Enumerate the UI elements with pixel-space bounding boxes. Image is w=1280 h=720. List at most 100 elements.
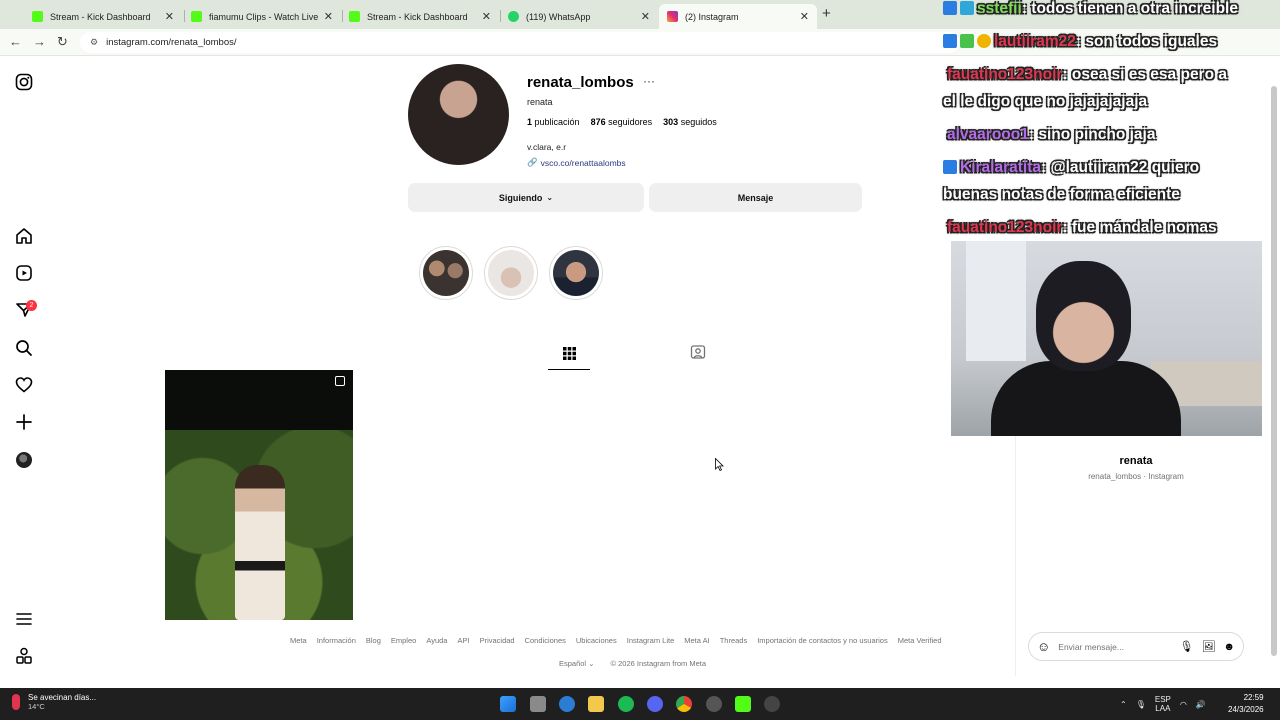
chevron-up-icon[interactable]: ⌃	[1120, 700, 1127, 709]
profile-username: renata_lombos	[527, 74, 634, 91]
footer-link[interactable]: Meta	[290, 636, 307, 645]
footer-link[interactable]: Ayuda	[426, 636, 447, 645]
obs-icon[interactable]	[706, 696, 722, 712]
grid-icon	[562, 347, 576, 360]
close-tab-icon[interactable]: ✕	[165, 10, 174, 23]
footer-link[interactable]: Importación de contactos y no usuarios	[757, 636, 888, 645]
media-player-icon[interactable]	[764, 696, 780, 712]
chrome-icon[interactable]	[676, 696, 692, 712]
tab-kick-dashboard-1[interactable]: Stream - Kick Dashboard ✕	[24, 4, 182, 29]
whatsapp-icon	[508, 11, 519, 22]
scrollbar[interactable]	[1271, 86, 1277, 656]
reels-icon[interactable]	[15, 264, 33, 282]
copyright: © 2026 Instagram from Meta	[610, 659, 707, 668]
message-input[interactable]	[1058, 641, 1155, 652]
address-bar[interactable]: ⚙ instagram.com/renata_lombos/	[80, 32, 960, 53]
outlook-icon[interactable]	[559, 696, 575, 712]
footer-link[interactable]: API	[457, 636, 469, 645]
message-button[interactable]: Mensaje	[649, 183, 862, 212]
forward-button[interactable]: →	[33, 34, 46, 49]
kick-icon	[191, 11, 202, 22]
footer-link[interactable]: Meta Verified	[898, 636, 942, 645]
badge-icon	[977, 34, 991, 48]
heart-icon[interactable]	[15, 376, 33, 394]
story-highlight[interactable]	[419, 246, 473, 300]
reload-button[interactable]: ↻	[57, 34, 68, 50]
url-text: instagram.com/renata_lombos/	[106, 37, 237, 48]
tab-whatsapp[interactable]: (119) WhatsApp ✕	[500, 4, 658, 29]
footer-bottom: Español ⌄ © 2026 Instagram from Meta	[559, 659, 706, 668]
chat-message: fauatino123noir: osea si es esa pero a	[947, 66, 1227, 83]
followers-count[interactable]: 876 seguidores	[591, 117, 653, 127]
discord-icon[interactable]	[647, 696, 663, 712]
profile-avatar-icon[interactable]	[16, 452, 32, 468]
close-tab-icon[interactable]: ✕	[641, 10, 650, 23]
tab-title: fiamumu Clips - Watch Live on	[209, 11, 318, 22]
following-count[interactable]: 303 seguidos	[663, 117, 717, 127]
footer-link[interactable]: Empleo	[391, 636, 416, 645]
windows-start-icon[interactable]	[500, 696, 516, 712]
footer-link[interactable]: Condiciones	[525, 636, 566, 645]
spotify-icon[interactable]	[618, 696, 634, 712]
following-button[interactable]: Siguiendo ⌄	[408, 183, 644, 212]
search-icon[interactable]	[15, 339, 33, 357]
footer-link[interactable]: Instagram Lite	[627, 636, 675, 645]
system-tray: ⌃ 🎙 ESP LAA ◠ 🔊	[1120, 695, 1206, 713]
image-icon[interactable]: 🖼	[1201, 640, 1215, 653]
kick-icon[interactable]	[735, 696, 751, 712]
home-icon[interactable]	[15, 227, 33, 245]
menu-icon[interactable]	[15, 610, 33, 628]
footer-link[interactable]: Información	[317, 636, 356, 645]
site-info-icon[interactable]: ⚙	[90, 37, 98, 48]
wifi-icon[interactable]: ◠	[1180, 700, 1187, 709]
language-indicator[interactable]: ESP LAA	[1155, 695, 1171, 713]
new-tab-button[interactable]: +	[822, 5, 831, 22]
profile-avatar[interactable]	[408, 64, 509, 165]
story-highlight[interactable]	[484, 246, 538, 300]
post-thumbnail[interactable]	[165, 370, 353, 620]
file-explorer-icon[interactable]	[588, 696, 604, 712]
footer-link[interactable]: Ubicaciones	[576, 636, 617, 645]
dm-contact-name: renata	[1119, 455, 1153, 467]
tab-title: Stream - Kick Dashboard	[50, 11, 151, 22]
webcam-person	[1036, 261, 1131, 371]
tab-fiamumu-clips[interactable]: fiamumu Clips - Watch Live on ✕	[183, 4, 341, 29]
close-tab-icon[interactable]: ✕	[324, 10, 333, 23]
footer-link[interactable]: Threads	[720, 636, 748, 645]
footer-link[interactable]: Blog	[366, 636, 381, 645]
create-plus-icon[interactable]	[15, 413, 33, 431]
story-highlight[interactable]	[549, 246, 603, 300]
chevron-down-icon: ⌄	[588, 659, 595, 668]
tab-kick-dashboard-2[interactable]: Stream - Kick Dashboard ✕	[341, 4, 499, 29]
close-tab-icon[interactable]: ✕	[482, 10, 491, 23]
footer-link[interactable]: Privacidad	[480, 636, 515, 645]
tab-instagram[interactable]: (2) Instagram ✕	[659, 4, 817, 29]
instagram-logo-icon[interactable]	[15, 73, 33, 91]
language-selector[interactable]: Español ⌄	[559, 659, 595, 668]
kick-icon	[32, 11, 43, 22]
emoji-icon[interactable]: ☺	[1037, 639, 1050, 654]
tagged-icon[interactable]	[690, 344, 706, 360]
tab-title: (2) Instagram	[685, 11, 739, 22]
task-view-icon[interactable]	[530, 696, 546, 712]
clock[interactable]: 22:59 24/3/2026	[1228, 692, 1264, 716]
back-button[interactable]: ←	[9, 34, 22, 49]
profile-link[interactable]: 🔗 vsco.co/renattaalombs	[527, 157, 626, 168]
footer-link[interactable]: Meta AI	[684, 636, 709, 645]
chat-message: alvaarooo1: sino pincho jaja	[947, 126, 1156, 143]
microphone-icon[interactable]: 🎙	[1179, 640, 1193, 653]
weather-widget[interactable]: Se avecinan días... 14°C	[12, 693, 96, 711]
more-apps-icon[interactable]	[15, 647, 33, 665]
volume-icon[interactable]: 🔊	[1196, 700, 1206, 709]
profile-full-name: renata	[527, 97, 553, 107]
chat-message: Kiralaratita: @lautiiram22 quiero	[943, 159, 1199, 177]
sticker-icon[interactable]: ☻	[1223, 641, 1235, 653]
footer-links: Meta Información Blog Empleo Ayuda API P…	[290, 636, 942, 645]
tab-posts-grid[interactable]	[548, 340, 590, 370]
more-options-icon[interactable]: ···	[643, 74, 655, 88]
close-tab-icon[interactable]: ✕	[800, 10, 809, 23]
instagram-icon	[667, 11, 678, 22]
carousel-icon	[335, 376, 345, 386]
microphone-icon[interactable]: 🎙	[1136, 700, 1146, 709]
webcam-person	[991, 361, 1181, 436]
